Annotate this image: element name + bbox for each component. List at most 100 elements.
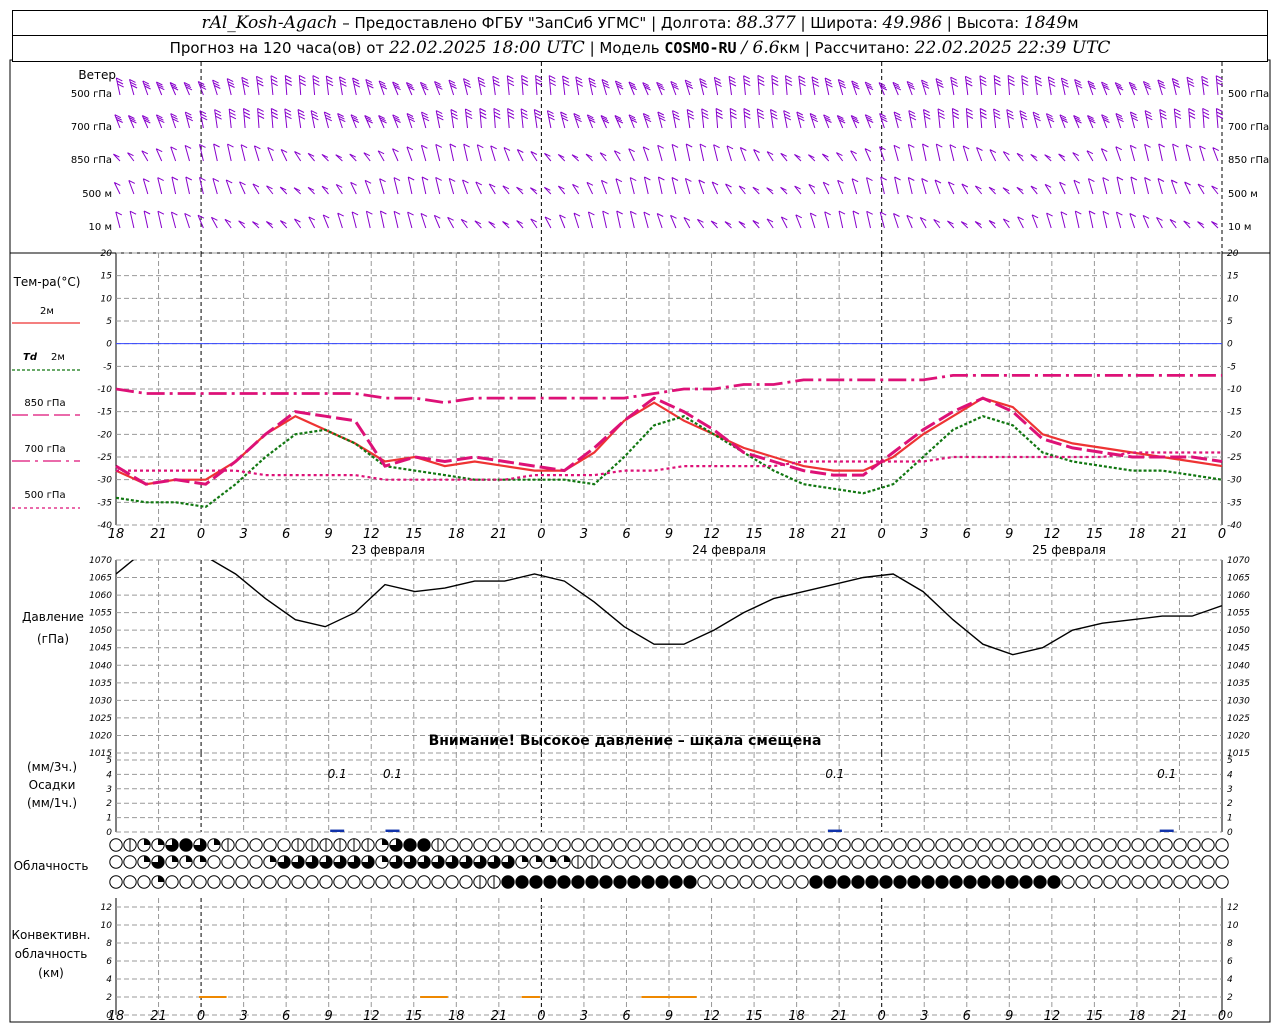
cloud-circle [781,855,795,869]
cloud-circle [977,838,991,852]
cloud-circle [851,838,865,852]
cloud-circle [473,838,487,852]
convective-label-2: облачность [14,947,88,961]
temp-tick-right: -10 [1227,385,1242,395]
legend-700-label: 700 гПа [24,444,66,455]
level-label-500-right: 500 гПа [1228,89,1270,100]
cloud-circle [613,838,627,852]
hour-tick-bottom: 0 [878,1009,886,1024]
pressure-tick-right: 1025 [1227,714,1250,724]
cloud-circle [893,855,907,869]
hour-tick-bottom: 18 [448,1009,465,1024]
cloud-circle [655,875,669,889]
cloud-circle [725,855,739,869]
cloud-circle [1005,838,1019,852]
hour-tick-bottom: 15 [746,1009,763,1024]
cloud-circle [543,838,557,852]
hour-tick-mid: 15 [1086,527,1103,542]
cloud-circle [893,875,907,889]
cloud-circle [1047,875,1061,889]
cloud-circle [557,875,571,889]
cloud-circle [697,855,711,869]
cloud-circle [445,875,459,889]
precip-label: 0.1 [383,767,402,781]
cloud-label: Облачность [13,859,89,873]
cloud-circle [907,855,921,869]
hour-tick-mid: 0 [537,527,545,542]
precip-tick-left: 2 [106,799,112,809]
cloud-circle [767,838,781,852]
cloud-circle [907,875,921,889]
precip-tick-right: 3 [1227,785,1233,795]
level-label-10m-right: 10 м [1228,222,1252,233]
cloud-circle [291,875,305,889]
cloud-circle [459,838,473,852]
day-label: 25 февраля [1032,543,1106,557]
calc-label: Рассчитано: [814,39,910,57]
hour-tick-mid: 9 [1005,527,1013,542]
cloud-circle [711,838,725,852]
header-line-1: rAl_Kosh-Agach – Предоставлено ФГБУ "Зап… [12,10,1268,36]
cloud-circle [529,875,543,889]
cloud-circle [683,875,697,889]
pressure-tick-right: 1020 [1227,731,1250,741]
hour-tick-bottom: 9 [1005,1009,1013,1024]
cloud-circle [1075,855,1089,869]
legend-500-label: 500 гПа [24,490,66,501]
cloud-circle [1173,838,1187,852]
precip-tick-left: 0 [106,828,112,838]
hour-tick-bottom: 21 [831,1009,848,1024]
pressure-tick-right: 1065 [1227,574,1250,584]
precip-tick-right: 4 [1227,770,1233,780]
cloud-circle [221,875,235,889]
legend-td-2m-label: 2м [51,352,65,363]
temp-tick-left: 0 [106,340,112,350]
conv-tick-left: 4 [106,975,112,985]
temp-tick-left: 15 [101,272,113,282]
hour-tick-mid: 12 [363,527,380,542]
cloud-circle [585,875,599,889]
hour-tick-bottom: 21 [1171,1009,1188,1024]
cloud-circle [109,838,123,852]
cloud-circle [1159,855,1173,869]
cloud-circle [515,838,529,852]
cloud-circle [837,875,851,889]
hour-tick-mid: 21 [491,527,508,542]
pressure-warning: Внимание! Высокое давление – шкала смеще… [428,733,822,749]
hour-tick-mid: 0 [1218,527,1226,542]
precip-tick-left: 3 [106,785,112,795]
cloud-mark [144,855,151,862]
cloud-circle [431,875,445,889]
cloud-circle [879,838,893,852]
conv-tick-left: 2 [106,993,112,1003]
cloud-circle [809,838,823,852]
cloud-circle [627,855,641,869]
cloud-circle [1047,838,1061,852]
wind-barbs-level [113,143,1220,162]
cloud-circle [921,855,935,869]
cloud-circle [459,875,473,889]
cloud-circles [109,838,1229,889]
cloud-circle [487,838,501,852]
temp-tick-left: -30 [97,476,112,486]
hour-tick-mid: 6 [963,527,971,542]
pressure-tick-right: 1050 [1227,626,1250,636]
cloud-circle [557,838,571,852]
cloud-circle [277,875,291,889]
hour-tick-mid: 21 [1171,527,1188,542]
cloud-circle [179,838,193,852]
cloud-circle [991,855,1005,869]
temp-tick-right: 20 [1227,249,1239,259]
cloud-circle [249,855,263,869]
temp-tick-left: -15 [97,408,112,418]
cloud-mark [158,838,165,845]
cloud-circle [753,875,767,889]
temp-tick-right: -40 [1227,521,1242,531]
meteogram-chart: 0.1 0.1 0.1 0.1 20 2015 1510 105 50 0-5 -5-10 -10-… [9,59,1271,1024]
cloud-mark [382,855,389,862]
precip-tick-right: 1 [1227,814,1233,824]
pressure-tick-right: 1040 [1227,661,1250,671]
hour-tick-bottom: 12 [1044,1009,1061,1024]
cloud-circle [711,875,725,889]
cloud-circle [949,838,963,852]
